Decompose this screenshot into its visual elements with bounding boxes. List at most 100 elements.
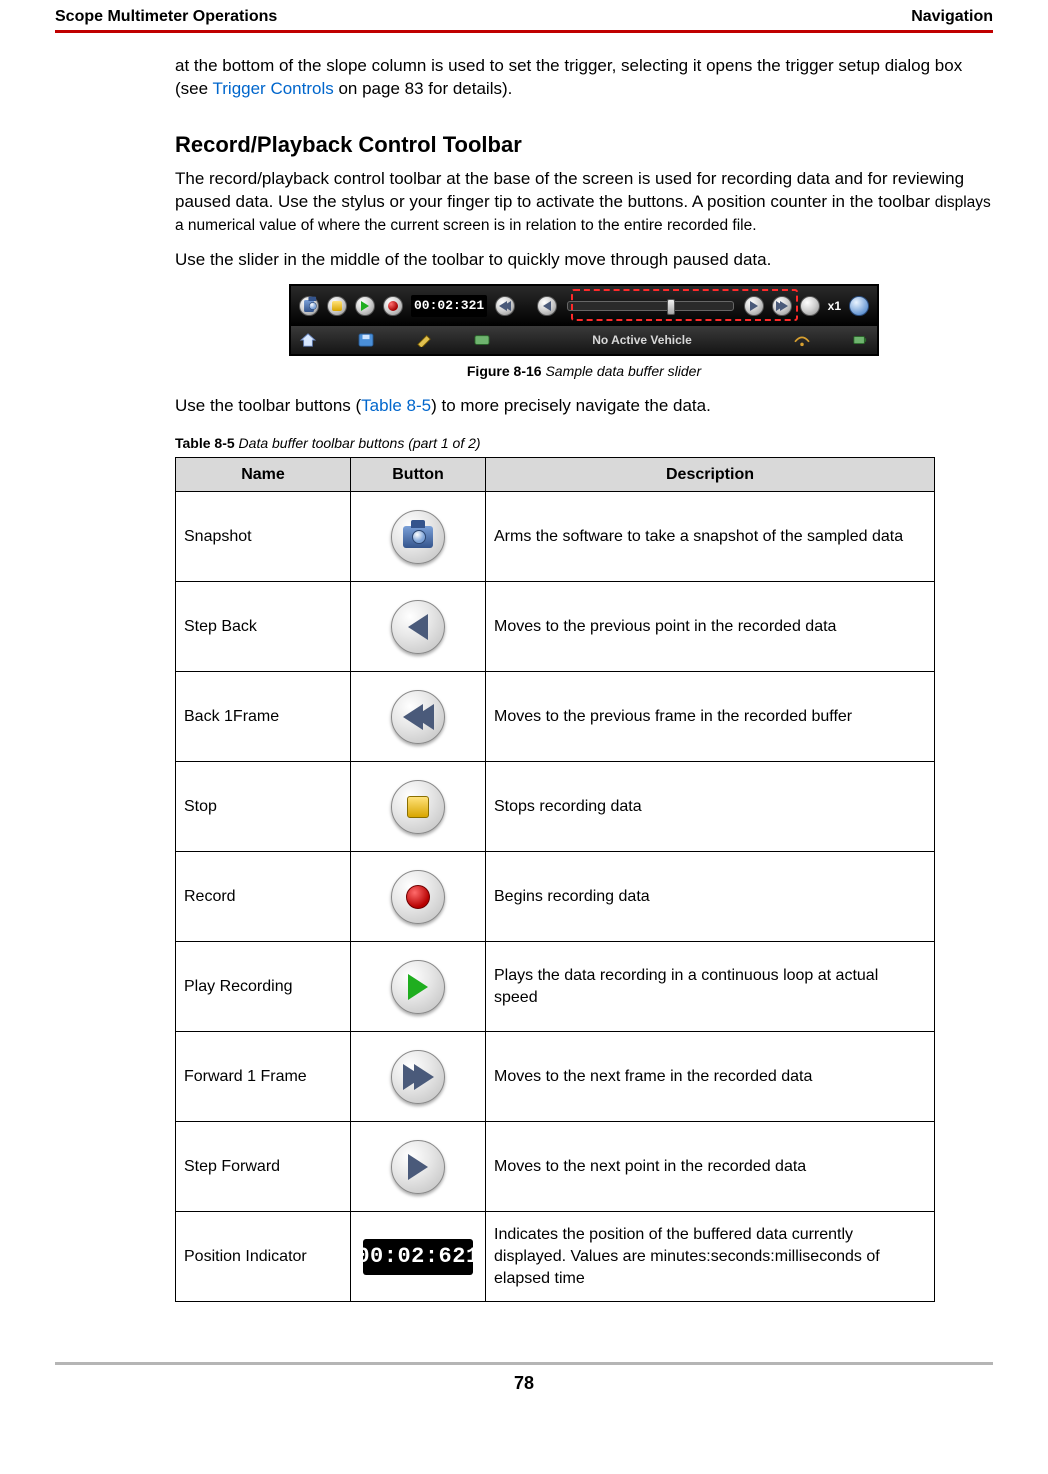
step-forward-button[interactable] [744,296,764,316]
footer-rule [55,1362,993,1365]
toolbar-top-row: 00:02:321 x1 [291,286,877,326]
fast-forward-icon [776,301,788,311]
table-row: Snapshot Arms the software to take a snap… [176,492,935,582]
table-row: Step ForwardMoves to the next point in t… [176,1122,935,1212]
cell-name: Step Back [176,582,351,672]
figure-number: Figure 8-16 [467,363,542,379]
position-indicator-icon: 00:02:621 [363,1239,473,1275]
power-icon [851,333,869,347]
save-icon[interactable] [357,333,375,347]
cell-name: Back 1Frame [176,672,351,762]
wifi-icon [793,333,811,347]
cell-name: Record [176,852,351,942]
cell-button [351,852,486,942]
toolbar-illustration: 00:02:321 x1 [289,284,879,356]
data-buffer-slider[interactable] [567,301,733,311]
next-icon [750,301,758,311]
record-button[interactable] [383,296,403,316]
step-back-button[interactable] [537,296,557,316]
snapshot-icon [391,510,445,564]
cell-name: Forward 1 Frame [176,1032,351,1122]
cell-button [351,1122,486,1212]
table-title: Data buffer toolbar buttons (part 1 of 2… [235,435,481,451]
link-trigger-controls[interactable]: Trigger Controls [213,79,334,98]
col-header-description: Description [486,457,935,492]
text: Use the toolbar buttons ( [175,396,361,415]
rewind-icon [499,301,511,311]
stop-icon [332,301,342,311]
play-icon [391,960,445,1014]
record-icon [388,301,398,311]
col-header-name: Name [176,457,351,492]
cell-name: Stop [176,762,351,852]
cell-button: 00:02:621 [351,1212,486,1302]
figure-caption: Figure 8-16 Sample data buffer slider [175,362,993,381]
play-button[interactable] [355,296,375,316]
tool-icon[interactable] [415,333,433,347]
table-row: Play Recording Plays the data recording i… [176,942,935,1032]
module-icon[interactable] [473,333,491,347]
cell-name: Step Forward [176,1122,351,1212]
text: ) to more precisely navigate the data. [431,396,711,415]
forward-1-frame-icon [391,1050,445,1104]
header-right: Navigation [911,6,993,28]
paragraph-1: The record/playback control toolbar at t… [175,168,993,237]
table-row: Stop Stops recording data [176,762,935,852]
table-row: Record Begins recording data [176,852,935,942]
back-1-frame-icon [391,690,445,744]
cell-description: Arms the software to take a snapshot of … [486,492,935,582]
table-row: Forward 1 FrameMoves to the next frame i… [176,1032,935,1122]
table-row: Back 1Frame Moves to the previous frame i… [176,672,935,762]
cell-button [351,762,486,852]
position-indicator: 00:02:321 [411,295,487,317]
zoom-level-label: x1 [828,298,841,314]
header-rule [55,30,993,33]
step-back-icon [391,600,445,654]
cell-name: Snapshot [176,492,351,582]
cell-description: Moves to the previous point in the recor… [486,582,935,672]
section-title: Record/Playback Control Toolbar [175,130,993,160]
page-number: 78 [0,1371,1048,1395]
toolbar-status-row: No Active Vehicle [291,326,877,354]
slider-handle[interactable] [667,299,675,315]
cell-name: Play Recording [176,942,351,1032]
continued-paragraph: at the bottom of the slope column is use… [175,55,993,101]
status-text: No Active Vehicle [531,332,753,348]
link-table-8-5[interactable]: Table 8-5 [361,396,431,415]
snapshot-button[interactable] [299,296,319,316]
table-row: Step Back Moves to the previous point in … [176,582,935,672]
cell-description: Indicates the position of the buffered d… [486,1212,935,1302]
cell-description: Stops recording data [486,762,935,852]
cell-button [351,1032,486,1122]
save-button[interactable] [800,296,820,316]
prev-icon [543,301,551,311]
text: The record/playback control toolbar at t… [175,169,964,211]
col-header-button: Button [351,457,486,492]
cell-description: Plays the data recording in a continuous… [486,942,935,1032]
record-icon [391,870,445,924]
stop-button[interactable] [327,296,347,316]
data-buffer-toolbar-table: Name Button Description Snapshot Arms the… [175,457,935,1303]
zoom-button[interactable] [849,296,869,316]
back-1-frame-button[interactable] [495,296,515,316]
cell-button [351,942,486,1032]
table-row: Position Indicator 00:02:621 Indicates the… [176,1212,935,1302]
cell-description: Moves to the previous frame in the recor… [486,672,935,762]
header-left: Scope Multimeter Operations [55,6,277,28]
cell-description: Begins recording data [486,852,935,942]
play-icon [361,301,369,311]
table-number: Table 8-5 [175,435,235,451]
figure-title: Sample data buffer slider [542,363,702,379]
page-header: Scope Multimeter Operations Navigation [55,0,993,30]
forward-1-frame-button[interactable] [772,296,792,316]
table-header-row: Name Button Description [176,457,935,492]
home-icon[interactable] [299,333,317,347]
paragraph-3: Use the toolbar buttons (Table 8-5) to m… [175,395,993,418]
step-forward-icon [391,1140,445,1194]
cell-button [351,582,486,672]
cell-name: Position Indicator [176,1212,351,1302]
camera-icon [304,300,314,312]
table-caption: Table 8-5 Data buffer toolbar buttons (p… [175,434,993,453]
text: on page 83 for details). [334,79,513,98]
figure-8-16: 00:02:321 x1 [175,284,993,356]
